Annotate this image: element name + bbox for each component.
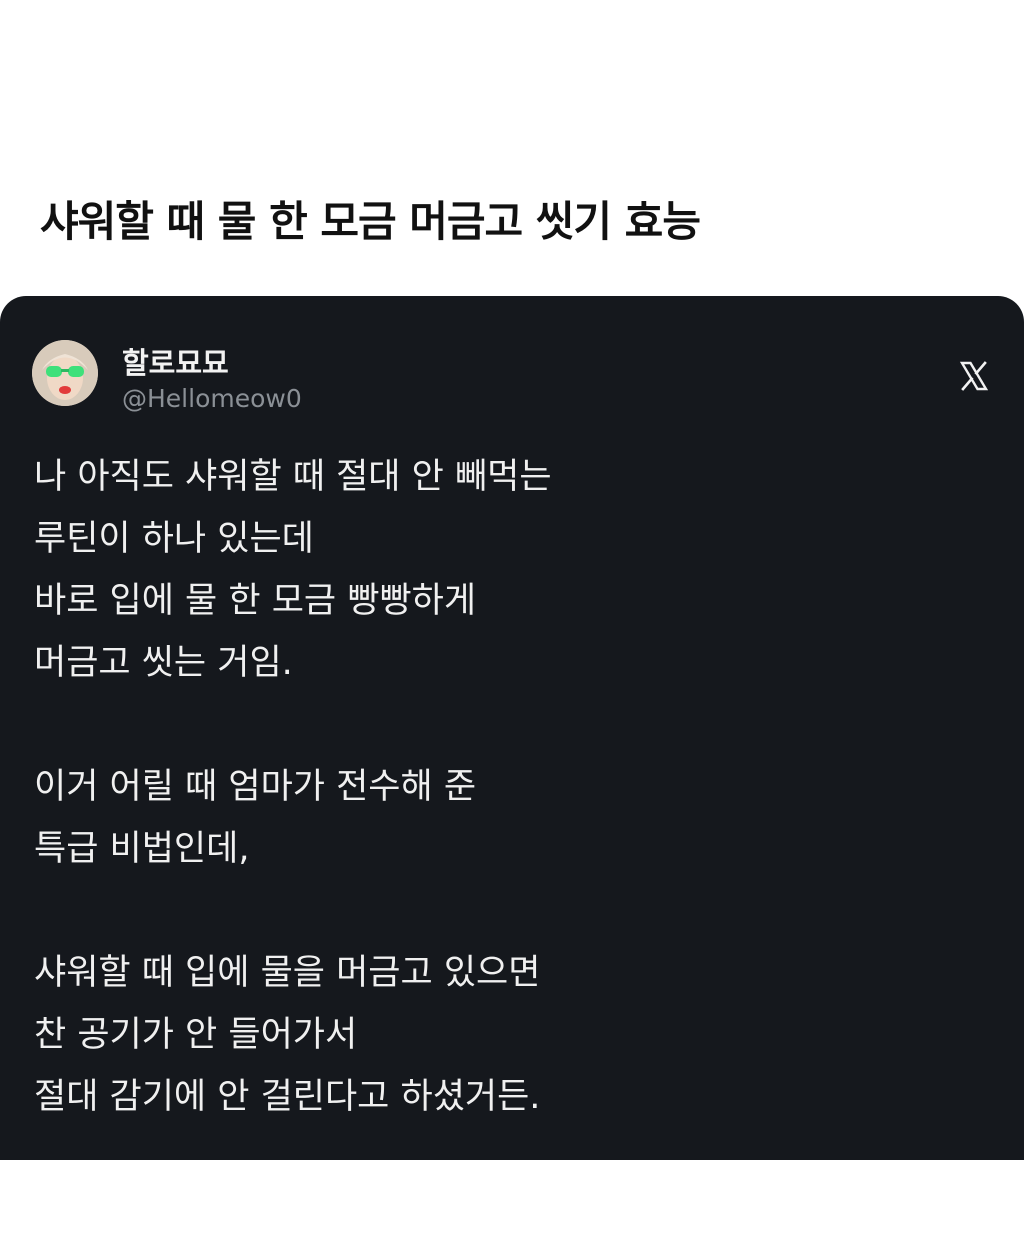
- tweet-paragraph: 샤워할 때 입에 물을 머금고 있으면 찬 공기가 안 들어가서 절대 감기에 …: [34, 942, 974, 1128]
- tweet-line: 머금고 씻는 거임.: [34, 643, 293, 683]
- post-headline: 샤워할 때 물 한 모금 머금고 씻기 효능: [40, 197, 701, 246]
- avatar[interactable]: [32, 340, 98, 406]
- tweet-paragraph: 이거 어릴 때 엄마가 전수해 준 특급 비법인데,: [34, 756, 974, 880]
- tweet-line: 나 아직도 샤워할 때 절대 안 빼먹는: [34, 457, 552, 497]
- author-display-name[interactable]: 할로묘묘: [122, 340, 229, 382]
- author-handle[interactable]: @Hellomeow0: [122, 384, 302, 413]
- tweet-line: 샤워할 때 입에 물을 머금고 있으면: [34, 953, 541, 993]
- tweet-line: 절대 감기에 안 걸린다고 하셨거든.: [34, 1077, 541, 1117]
- tweet-paragraph: 나 아직도 샤워할 때 절대 안 빼먹는 루틴이 하나 있는데 바로 입에 물 …: [34, 446, 974, 694]
- tweet-line: 바로 입에 물 한 모금 빵빵하게: [34, 581, 477, 621]
- tweet-card: 할로묘묘 @Hellomeow0 나 아직도 샤워할 때 절대 안 빼먹는 루틴…: [0, 296, 1024, 1160]
- tweet-line: 찬 공기가 안 들어가서: [34, 1015, 358, 1055]
- avatar-image-icon: [32, 340, 98, 406]
- tweet-line: 루틴이 하나 있는데: [34, 519, 314, 559]
- tweet-body: 나 아직도 샤워할 때 절대 안 빼먹는 루틴이 하나 있는데 바로 입에 물 …: [34, 446, 974, 1128]
- tweet-line: 특급 비법인데,: [34, 829, 250, 869]
- x-logo-icon[interactable]: [958, 360, 990, 392]
- tweet-line: 이거 어릴 때 엄마가 전수해 준: [34, 767, 477, 807]
